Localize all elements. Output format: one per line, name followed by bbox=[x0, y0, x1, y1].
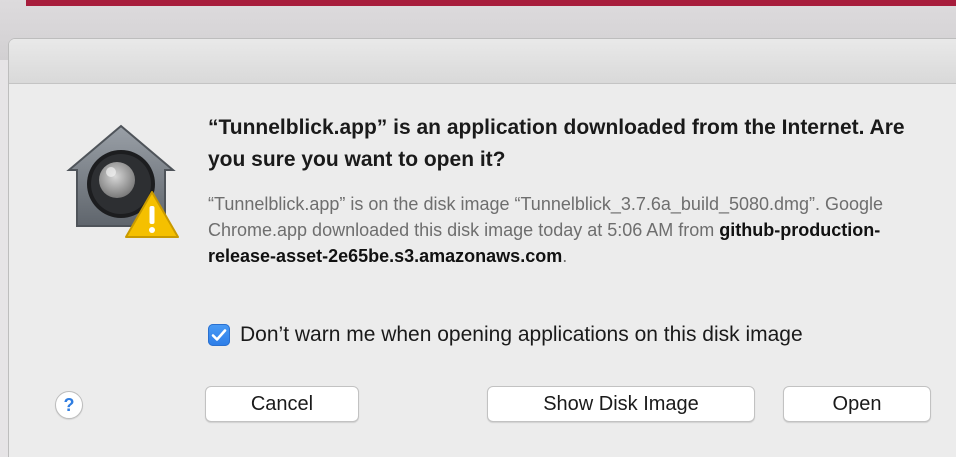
background-window-accent-bar bbox=[26, 0, 956, 6]
dialog-titlebar[interactable] bbox=[9, 39, 956, 84]
cancel-button[interactable]: Cancel bbox=[205, 386, 359, 422]
dont-warn-label[interactable]: Don’t warn me when opening applications … bbox=[240, 323, 803, 347]
dont-warn-row: Don’t warn me when opening applications … bbox=[208, 320, 803, 350]
security-alert-dialog: “Tunnelblick.app” is an application down… bbox=[9, 39, 956, 457]
show-disk-image-button[interactable]: Show Disk Image bbox=[487, 386, 755, 422]
help-button[interactable]: ? bbox=[55, 391, 83, 419]
alert-info-end: . bbox=[562, 246, 568, 266]
warning-icon bbox=[125, 191, 179, 238]
dont-warn-checkbox[interactable] bbox=[208, 324, 230, 346]
alert-informative-text: “Tunnelblick.app” is on the disk image “… bbox=[208, 191, 928, 269]
checkmark-icon bbox=[211, 329, 227, 341]
open-button[interactable]: Open bbox=[783, 386, 931, 422]
gatekeeper-icon bbox=[59, 114, 184, 239]
alert-headline: “Tunnelblick.app” is an application down… bbox=[208, 116, 905, 171]
